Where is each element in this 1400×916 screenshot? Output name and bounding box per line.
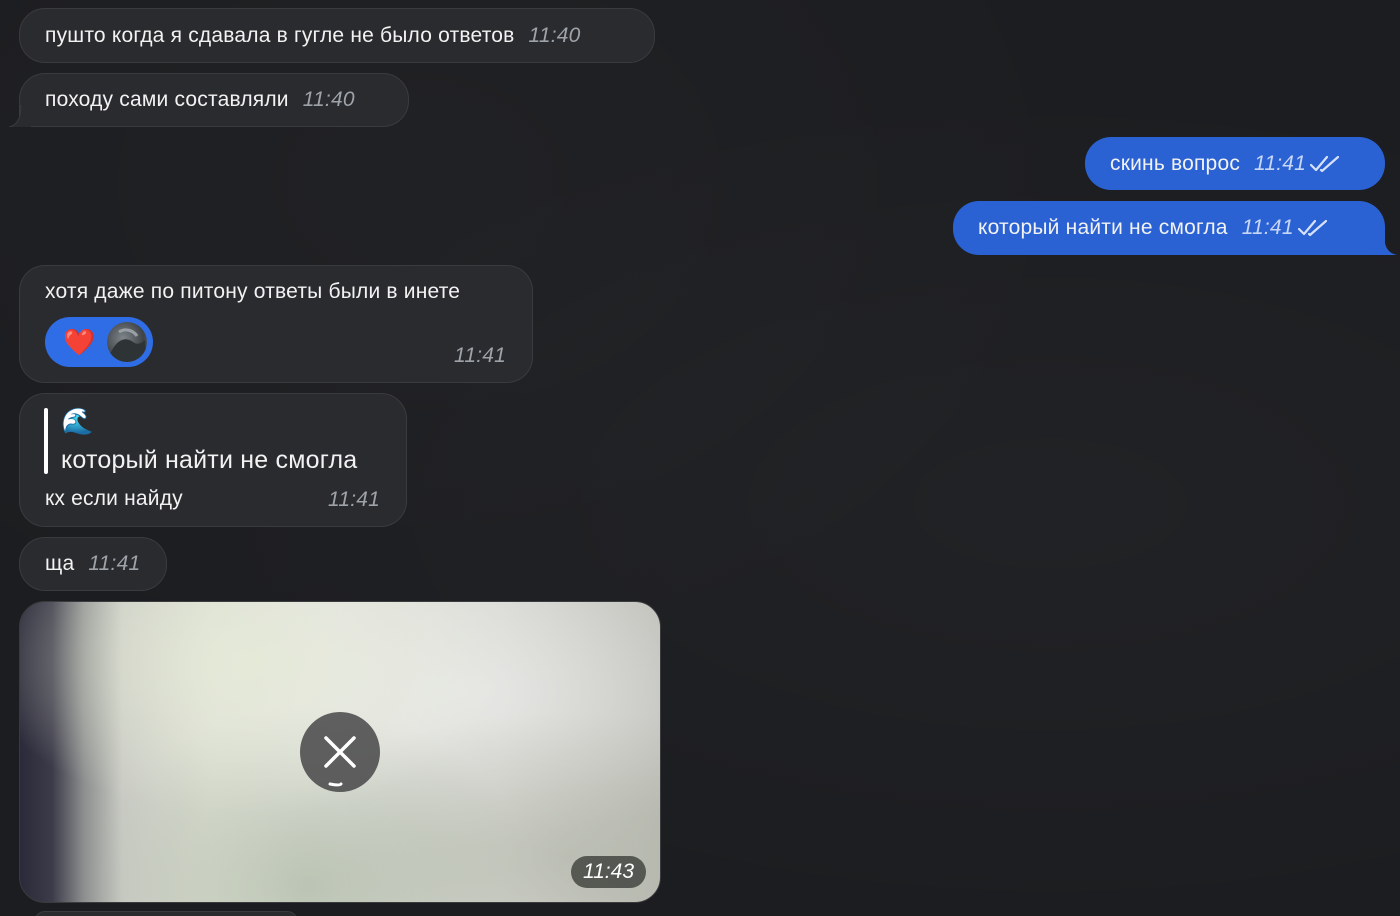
- message-incoming[interactable]: ща 11:41: [19, 537, 167, 591]
- message-time: 11:40: [302, 88, 355, 111]
- media-message[interactable]: 11:43: [19, 601, 661, 903]
- cancel-download-button[interactable]: [300, 712, 380, 792]
- message-text: скинь вопрос: [1110, 151, 1241, 175]
- message-text: ща: [45, 552, 75, 575]
- message-outgoing[interactable]: который найти не смогла 11:41: [953, 201, 1397, 255]
- quote-bar: [44, 408, 48, 474]
- message-text: кх если найду: [45, 487, 183, 510]
- message-text: хотя даже по питону ответы были в инете: [45, 280, 461, 303]
- message-time: 11:40: [528, 23, 581, 47]
- reaction-pill[interactable]: ❤️: [45, 317, 153, 367]
- message-time: 11:41: [328, 488, 380, 511]
- message-text: пушто когда я сдавала в гугле не было от…: [45, 23, 515, 47]
- double-check-icon: [1309, 155, 1340, 172]
- message-incoming[interactable]: походу сами составляли 11:40: [9, 73, 409, 127]
- message-incoming[interactable]: хотя даже по питону ответы были в инете …: [19, 265, 533, 383]
- quote-text: который найти не смогла: [61, 446, 358, 474]
- message-text: который найти не смогла: [978, 216, 1228, 239]
- message-incoming-partial[interactable]: [34, 911, 298, 916]
- message-time: 11:43: [571, 856, 646, 888]
- heart-icon: ❤️: [63, 327, 96, 357]
- message-incoming[interactable]: пушто когда я сдавала в гугле не было от…: [19, 8, 655, 63]
- close-icon: [324, 736, 356, 787]
- avatar: [107, 322, 147, 362]
- wave-emoji-icon: 🌊: [61, 406, 94, 436]
- message-time: 11:41: [1241, 216, 1294, 239]
- message-text: походу сами составляли: [45, 88, 289, 111]
- double-check-icon: [1297, 219, 1327, 237]
- message-time: 11:41: [88, 552, 141, 575]
- message-outgoing[interactable]: скинь вопрос 11:41: [1085, 137, 1385, 190]
- message-incoming[interactable]: 🌊 который найти не смогла кх если найду …: [19, 393, 407, 527]
- message-time: 11:41: [1254, 151, 1307, 175]
- message-time: 11:41: [454, 344, 506, 367]
- chat-area: пушто когда я сдавала в гугле не было от…: [0, 0, 1400, 916]
